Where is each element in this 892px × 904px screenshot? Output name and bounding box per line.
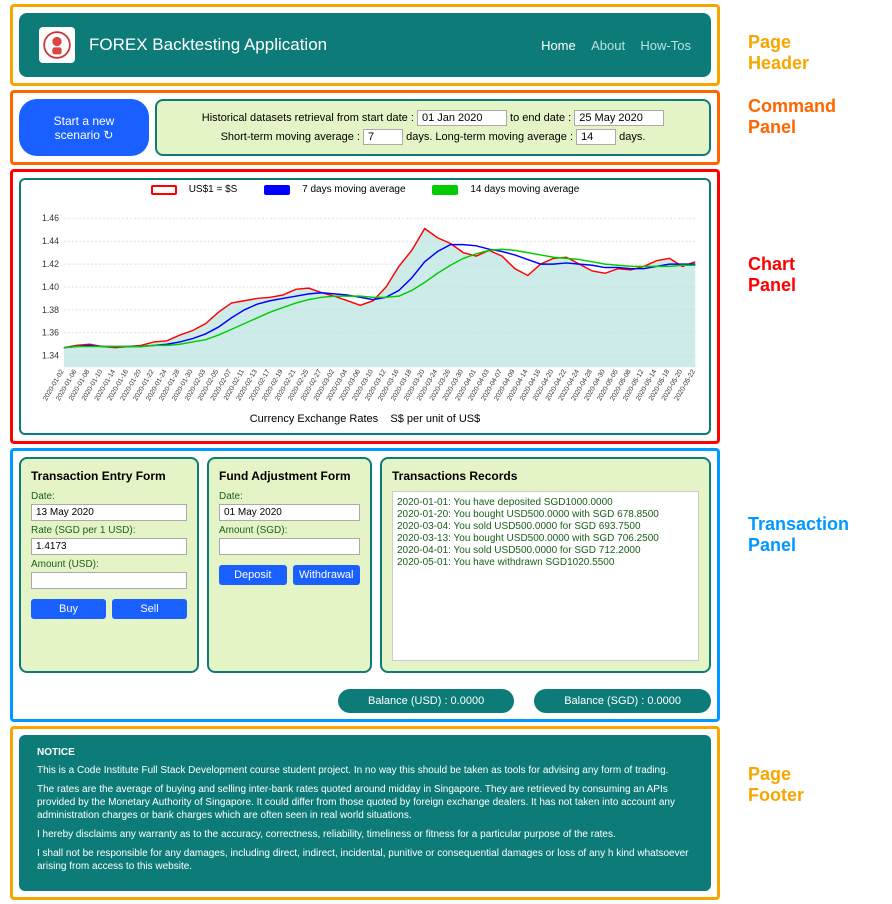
fund-date-input[interactable] <box>219 504 360 521</box>
nav-home[interactable]: Home <box>541 38 576 53</box>
short-ma-input[interactable] <box>363 129 403 145</box>
nav-howtos[interactable]: How-Tos <box>640 38 691 53</box>
svg-text:1.42: 1.42 <box>42 259 59 269</box>
record-item: 2020-05-01: You have withdrawn SGD1020.5… <box>397 557 694 568</box>
end-date-input[interactable] <box>574 110 664 126</box>
transaction-entry-card: Transaction Entry Form Date: Rate (SGD p… <box>19 457 199 673</box>
footer-p4: I shall not be responsible for any damag… <box>37 847 693 873</box>
svg-text:1.40: 1.40 <box>42 282 59 292</box>
footer-p3: I hereby disclaims any warranty as to th… <box>37 828 693 841</box>
record-item: 2020-01-01: You have deposited SGD1000.0… <box>397 497 694 508</box>
fund-title: Fund Adjustment Form <box>219 469 360 483</box>
sell-button[interactable]: Sell <box>112 599 187 619</box>
txn-date-input[interactable] <box>31 504 187 521</box>
app-logo <box>39 27 75 63</box>
short-ma-label: Short-term moving average : <box>221 131 360 143</box>
txn-rate-input[interactable] <box>31 538 187 555</box>
start-date-input[interactable] <box>417 110 507 126</box>
legend-swatch-raw <box>151 185 177 195</box>
long-ma-label: days. Long-term moving average : <box>406 131 573 143</box>
legend-ma14: 14 days moving average <box>470 184 579 195</box>
nav-about[interactable]: About <box>591 38 625 53</box>
txn-amount-label: Amount (USD): <box>31 559 187 570</box>
svg-text:1.36: 1.36 <box>42 328 59 338</box>
svg-text:1.44: 1.44 <box>42 236 59 246</box>
legend-swatch-ma14 <box>432 185 458 195</box>
command-panel-region: Start a new scenario ↻ Historical datase… <box>10 90 720 165</box>
fund-date-label: Date: <box>219 491 360 502</box>
svg-text:1.46: 1.46 <box>42 213 59 223</box>
record-item: 2020-04-01: You sold USD500.0000 for SGD… <box>397 545 694 556</box>
balance-sgd-pill: Balance (SGD) : 0.0000 <box>534 689 711 713</box>
record-item: 2020-03-13: You bought USD500.0000 with … <box>397 533 694 544</box>
chart-legend: US$1 = $S 7 days moving average 14 days … <box>25 184 705 195</box>
command-card: Historical datasets retrieval from start… <box>155 99 711 156</box>
long-ma-input[interactable] <box>576 129 616 145</box>
chart-caption: Currency Exchange Rates S$ per unit of U… <box>25 409 705 429</box>
txn-date-label: Date: <box>31 491 187 502</box>
page-header-region: FOREX Backtesting Application Home About… <box>10 4 720 86</box>
balance-usd-pill: Balance (USD) : 0.0000 <box>338 689 514 713</box>
transactions-records-card: Transactions Records 2020-01-01: You hav… <box>380 457 711 673</box>
record-item: 2020-03-04: You sold USD500.0000 for SGD… <box>397 521 694 532</box>
deposit-button[interactable]: Deposit <box>219 565 287 585</box>
annotation-header: Page Header <box>748 32 809 74</box>
records-list[interactable]: 2020-01-01: You have deposited SGD1000.0… <box>392 491 699 661</box>
footer-p2: The rates are the average of buying and … <box>37 783 693 822</box>
annotation-footer: Page Footer <box>748 764 804 806</box>
fund-adjustment-card: Fund Adjustment Form Date: Amount (SGD):… <box>207 457 372 673</box>
txn-amount-input[interactable] <box>31 572 187 589</box>
legend-ma7: 7 days moving average <box>302 184 405 195</box>
svg-text:1.38: 1.38 <box>42 305 59 315</box>
annotation-chart: Chart Panel <box>748 254 796 296</box>
exchange-rate-chart: 1.341.361.381.401.421.441.462020-01-0220… <box>25 199 705 409</box>
annotation-command: Command Panel <box>748 96 836 138</box>
footer-notice-title: NOTICE <box>37 747 693 758</box>
records-title: Transactions Records <box>392 469 699 483</box>
footer-p1: This is a Code Institute Full Stack Deve… <box>37 764 693 777</box>
legend-raw: US$1 = $S <box>189 184 238 195</box>
fund-amount-input[interactable] <box>219 538 360 555</box>
annotation-transaction: Transaction Panel <box>748 514 849 556</box>
page-footer-region: NOTICE This is a Code Institute Full Sta… <box>10 726 720 900</box>
new-scenario-button[interactable]: Start a new scenario ↻ <box>19 99 149 156</box>
app-title: FOREX Backtesting Application <box>89 35 529 55</box>
chart-panel-region: US$1 = $S 7 days moving average 14 days … <box>10 169 720 444</box>
txn-entry-title: Transaction Entry Form <box>31 469 187 483</box>
svg-text:1.34: 1.34 <box>42 351 59 361</box>
hist-start-label: Historical datasets retrieval from start… <box>202 112 414 124</box>
hist-end-label: to end date : <box>510 112 571 124</box>
fund-amount-label: Amount (SGD): <box>219 525 360 536</box>
withdraw-button[interactable]: Withdrawal <box>293 565 361 585</box>
record-item: 2020-01-20: You bought USD500.0000 with … <box>397 509 694 520</box>
txn-rate-label: Rate (SGD per 1 USD): <box>31 525 187 536</box>
legend-swatch-ma7 <box>264 185 290 195</box>
buy-button[interactable]: Buy <box>31 599 106 619</box>
days-suffix: days. <box>619 131 645 143</box>
transaction-panel-region: Transaction Entry Form Date: Rate (SGD p… <box>10 448 720 722</box>
